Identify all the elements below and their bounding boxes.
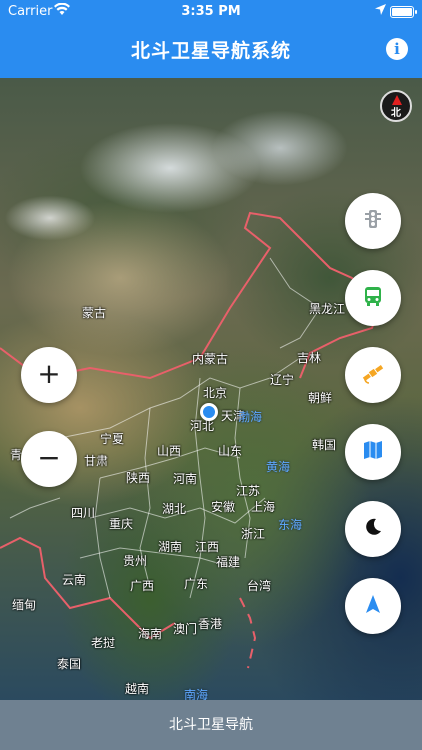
map-label: 福建 — [216, 555, 241, 569]
map-label: 浙江 — [241, 527, 266, 541]
clock-label: 3:35 PM — [181, 4, 241, 19]
map-label: 江苏 — [236, 484, 261, 498]
zoom-in-button[interactable]: + — [21, 347, 77, 403]
locate-button[interactable] — [345, 578, 401, 634]
map-icon — [362, 439, 384, 465]
map-label: 四川 — [71, 506, 96, 520]
sea-label: 南海 — [184, 688, 209, 700]
traffic-light-icon — [362, 208, 384, 234]
map-label: 吉林 — [297, 351, 322, 365]
map-label: 上海 — [251, 500, 276, 514]
map-label: 朝鲜 — [308, 391, 333, 405]
map-label: 台湾 — [247, 579, 272, 593]
traffic-button[interactable] — [345, 193, 401, 249]
map-label: 海南 — [138, 627, 163, 641]
location-arrow-icon — [375, 4, 386, 19]
map-label: 安徽 — [211, 500, 236, 514]
page-title: 北斗卫星导航系统 — [130, 40, 291, 62]
satellite-icon — [361, 361, 385, 389]
map-label: 老挝 — [91, 636, 116, 650]
bus-button[interactable] — [345, 270, 401, 326]
bus-icon — [362, 285, 384, 311]
map-label: 甘肃 — [84, 454, 109, 468]
compass-north-label: 北 — [391, 108, 401, 119]
map-label: 香港 — [198, 617, 223, 631]
map-label: 山东 — [218, 444, 243, 458]
map-label: 陕西 — [126, 471, 151, 485]
night-mode-button[interactable] — [345, 501, 401, 557]
map-label: 泰国 — [57, 657, 82, 671]
map-label: 山西 — [157, 444, 182, 458]
map-label: 内蒙古 — [192, 352, 229, 366]
map-label: 越南 — [125, 682, 150, 696]
battery-icon — [390, 6, 417, 18]
map-label: 辽宁 — [270, 373, 295, 387]
map-label: 广东 — [184, 577, 209, 591]
current-location-marker — [200, 403, 218, 421]
navigation-bar: Carrier 3:35 PM 北斗卫星导航系统 i — [0, 0, 422, 78]
map-label: 澳门 — [173, 622, 198, 636]
satellite-button[interactable] — [345, 347, 401, 403]
zoom-out-button[interactable]: − — [21, 431, 77, 487]
map-label: 韩国 — [312, 438, 337, 452]
map-label: 缅甸 — [12, 598, 37, 612]
map-label: 蒙古 — [82, 306, 107, 320]
map-label: 湖南 — [158, 540, 183, 554]
info-button[interactable]: i — [386, 38, 408, 60]
bottom-bar[interactable]: 北斗卫星导航 — [0, 700, 422, 750]
map-label: 重庆 — [109, 517, 134, 531]
moon-icon — [362, 516, 384, 542]
map-label: 河南 — [173, 472, 198, 486]
map-label: 广西 — [130, 579, 155, 593]
sea-label: 渤海 — [238, 410, 263, 424]
map-label: 云南 — [62, 573, 87, 587]
map-label: 湖北 — [162, 502, 187, 516]
navigation-arrow-icon — [362, 593, 384, 619]
sea-label: 黄海 — [266, 460, 291, 474]
sea-label: 东海 — [278, 518, 303, 532]
status-bar: Carrier 3:35 PM — [0, 0, 422, 24]
map-label: 宁夏 — [100, 432, 125, 446]
map-label: 贵州 — [123, 554, 148, 568]
compass[interactable]: 北 — [380, 90, 412, 122]
map-type-button[interactable] — [345, 424, 401, 480]
map-label: 黑龙江 — [309, 302, 346, 316]
map-label: 北京 — [203, 386, 228, 400]
